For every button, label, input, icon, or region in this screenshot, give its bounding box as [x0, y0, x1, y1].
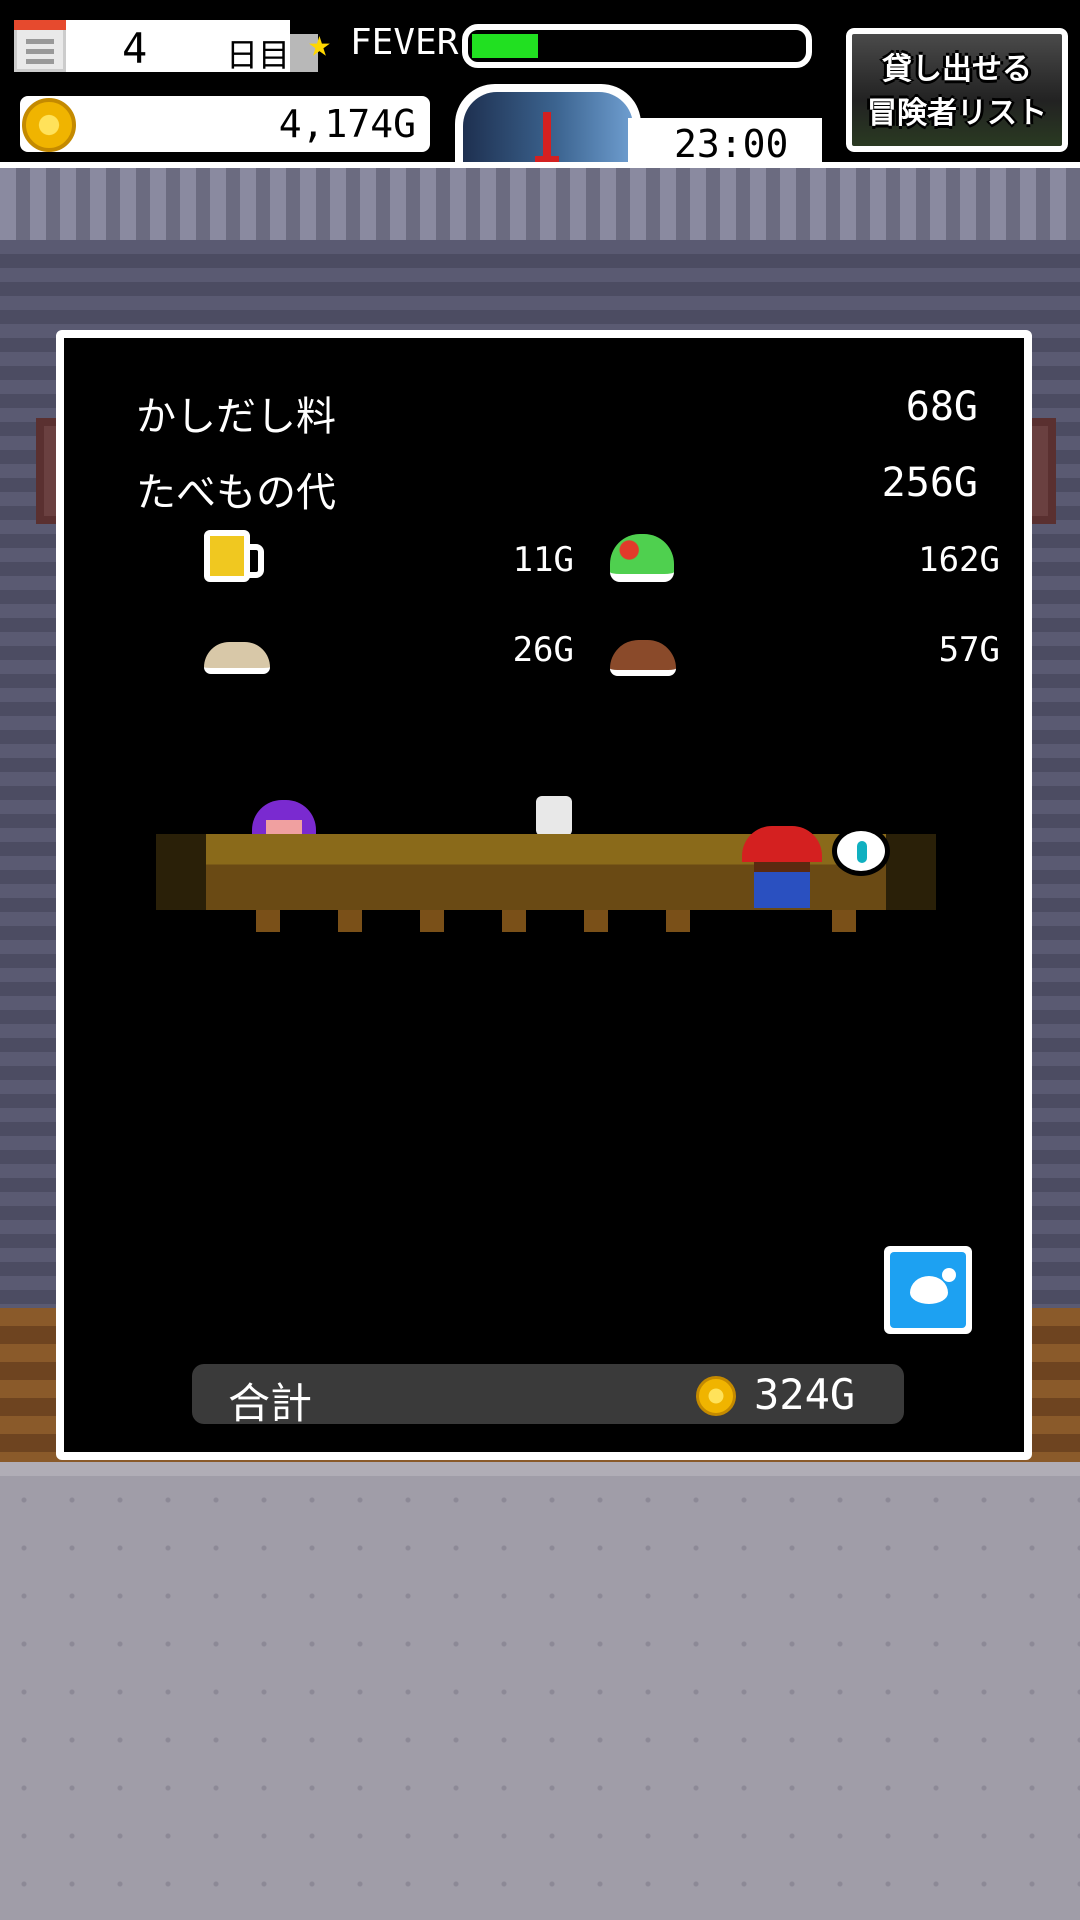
rice-plate-icon — [204, 642, 270, 674]
salad-icon — [610, 534, 674, 582]
stool — [338, 910, 362, 932]
stool — [420, 910, 444, 932]
total-label: 合計 — [228, 1379, 313, 1428]
food-price: 162G — [918, 540, 1000, 580]
fever-gauge — [462, 24, 812, 68]
menu-line — [26, 49, 54, 54]
food-item-salad: 162G — [610, 530, 1000, 590]
rent-list-button-line1: 貸し出せる — [882, 52, 1032, 87]
total-bar: 合計 324G — [192, 1364, 904, 1428]
total-value: 324G — [754, 1370, 856, 1419]
rental-fee-value: 68G — [905, 384, 978, 430]
meat-plate-icon — [610, 640, 676, 676]
food-price: 11G — [512, 540, 574, 580]
gold-coin-icon — [696, 1376, 736, 1416]
sweat-drop-bubble-icon — [832, 826, 890, 876]
bird-icon — [910, 1268, 956, 1304]
ground-edge — [0, 1462, 1080, 1476]
fever-gauge-fill — [472, 34, 538, 58]
fever-label: FEVER — [350, 22, 459, 63]
hero-body — [754, 862, 810, 908]
rental-fee-label: かしだし料 — [136, 394, 336, 440]
receipt-dialog: かしだし料 68G たべもの代 256G 11G 162G 26G 57G 合計… — [56, 330, 1032, 1460]
kettle-icon — [536, 796, 572, 836]
day-number: 4 — [122, 24, 148, 73]
food-cost-value: 256G — [881, 460, 978, 506]
food-item-rice: 26G — [204, 620, 574, 680]
food-cost-label: たべもの代 — [136, 470, 336, 516]
clock-time: 23:00 — [674, 122, 789, 166]
stool — [502, 910, 526, 932]
star-icon: ★ — [308, 21, 331, 65]
stone-ground — [0, 1476, 1080, 1920]
gold-coin-icon — [22, 98, 76, 152]
customer-sprite — [252, 800, 316, 836]
menu-button[interactable] — [14, 20, 66, 72]
stool — [584, 910, 608, 932]
gold-amount: 4,174G — [278, 102, 416, 146]
food-price: 57G — [938, 630, 1000, 670]
twitter-icon — [890, 1252, 966, 1328]
food-price: 26G — [512, 630, 574, 670]
clock-display: 23:00 — [628, 118, 822, 168]
clock-dial — [455, 84, 641, 168]
clock-hand-icon — [535, 112, 559, 168]
stool — [832, 910, 856, 932]
stool — [666, 910, 690, 932]
rent-list-button-line2: 冒険者リスト — [867, 96, 1047, 131]
tavern-counter-illustration — [156, 750, 936, 932]
food-item-beer: 11G — [204, 530, 574, 590]
day-unit: 日目 — [226, 36, 291, 74]
twitter-share-button[interactable] — [884, 1246, 972, 1334]
hero-sprite — [742, 826, 822, 916]
day-counter: 4 日目 — [66, 20, 318, 74]
stool — [256, 910, 280, 932]
top-hud: 4 日目 ★ FEVER 4,174G 23:00 貸し出せる 冒険者リスト — [0, 0, 1080, 168]
gold-display: 4,174G — [20, 96, 430, 152]
hero-hat — [742, 826, 822, 862]
beer-icon — [204, 530, 264, 582]
menu-line — [26, 39, 54, 44]
food-item-meat: 57G — [610, 620, 1000, 680]
clock-dial-face — [463, 92, 633, 168]
stone-ledge — [0, 168, 1080, 240]
rentable-adventurer-list-button[interactable]: 貸し出せる 冒険者リスト — [842, 24, 1072, 156]
menu-line — [26, 59, 54, 64]
